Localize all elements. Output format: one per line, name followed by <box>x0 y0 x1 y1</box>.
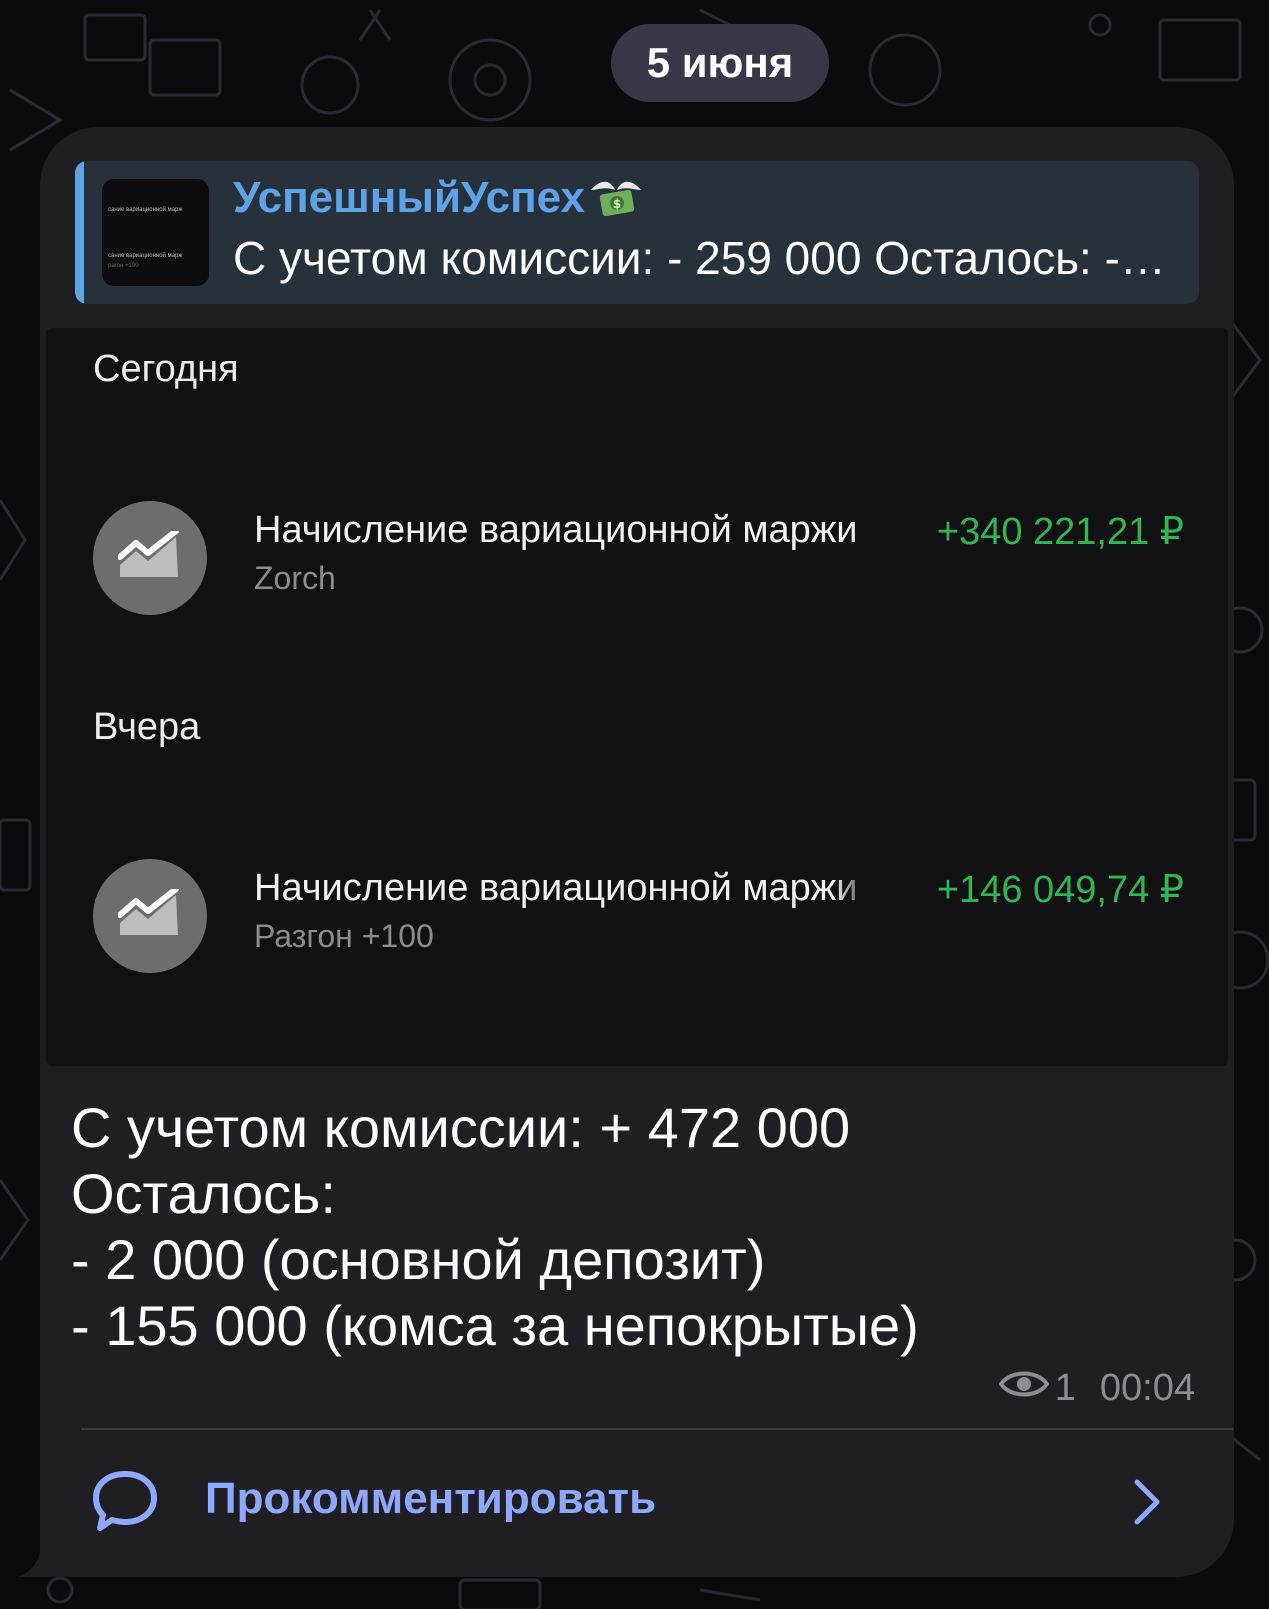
chart-up-icon <box>93 859 207 973</box>
comment-bubble-icon <box>90 1468 160 1539</box>
comment-label: Прокомментировать <box>205 1474 657 1523</box>
date-separator-pill: 5 июня <box>611 24 829 102</box>
chart-up-icon <box>93 501 207 615</box>
comment-button[interactable]: Прокомментировать <box>40 1432 1234 1572</box>
section-label-yesterday: Вчера <box>93 706 201 748</box>
message-time: 00:04 <box>1099 1366 1195 1409</box>
operation-title: Начисление вариационной маржи <box>254 867 858 909</box>
message-line: - 155 000 (комса за непокрытые) <box>71 1294 919 1357</box>
thumb-text: сание вариационной марж <box>108 207 183 213</box>
eye-icon <box>998 1367 1050 1410</box>
reply-author: УспешныйУспех $ <box>233 173 645 231</box>
chevron-right-icon <box>1132 1478 1162 1531</box>
views-count: 1 <box>1054 1366 1076 1409</box>
reply-accent-bar <box>75 161 84 304</box>
operation-amount: +340 221,21 ₽ <box>936 511 1184 553</box>
message-line: - 2 000 (основной депозит) <box>71 1228 766 1291</box>
message-line: Осталось: <box>71 1162 336 1225</box>
reply-preview-text: С учетом комиссии: - 259 000 Осталось: -… <box>233 232 1173 284</box>
title-fade <box>854 509 894 557</box>
thumb-text: рагон +100 <box>108 263 139 269</box>
message-meta: 1 00:04 <box>998 1363 1195 1413</box>
comment-divider <box>81 1428 1233 1430</box>
reply-thumbnail: сание вариационной марж сание вариационн… <box>102 179 209 286</box>
money-with-wings-icon: $ <box>587 176 645 231</box>
message-text: С учетом комиссии: + 472 000 Осталось: -… <box>71 1095 919 1359</box>
thumb-text: сание вариационной марж <box>108 253 183 259</box>
attached-screenshot[interactable]: Сегодня Начисление вариационной маржи +3… <box>46 328 1228 1066</box>
reply-quote[interactable]: сание вариационной марж сание вариационн… <box>75 161 1199 304</box>
section-label-today: Сегодня <box>93 348 239 390</box>
operation-subtitle: Разгон +100 <box>254 918 434 954</box>
operation-subtitle: Zorch <box>254 560 336 596</box>
title-fade <box>834 867 874 915</box>
message-line: С учетом комиссии: + 472 000 <box>71 1096 851 1159</box>
operation-amount: +146 049,74 ₽ <box>936 869 1184 911</box>
operation-title: Начисление вариационной маржи <box>254 509 858 551</box>
reply-author-name: УспешныйУспех <box>233 173 585 222</box>
svg-text:$: $ <box>613 197 621 211</box>
